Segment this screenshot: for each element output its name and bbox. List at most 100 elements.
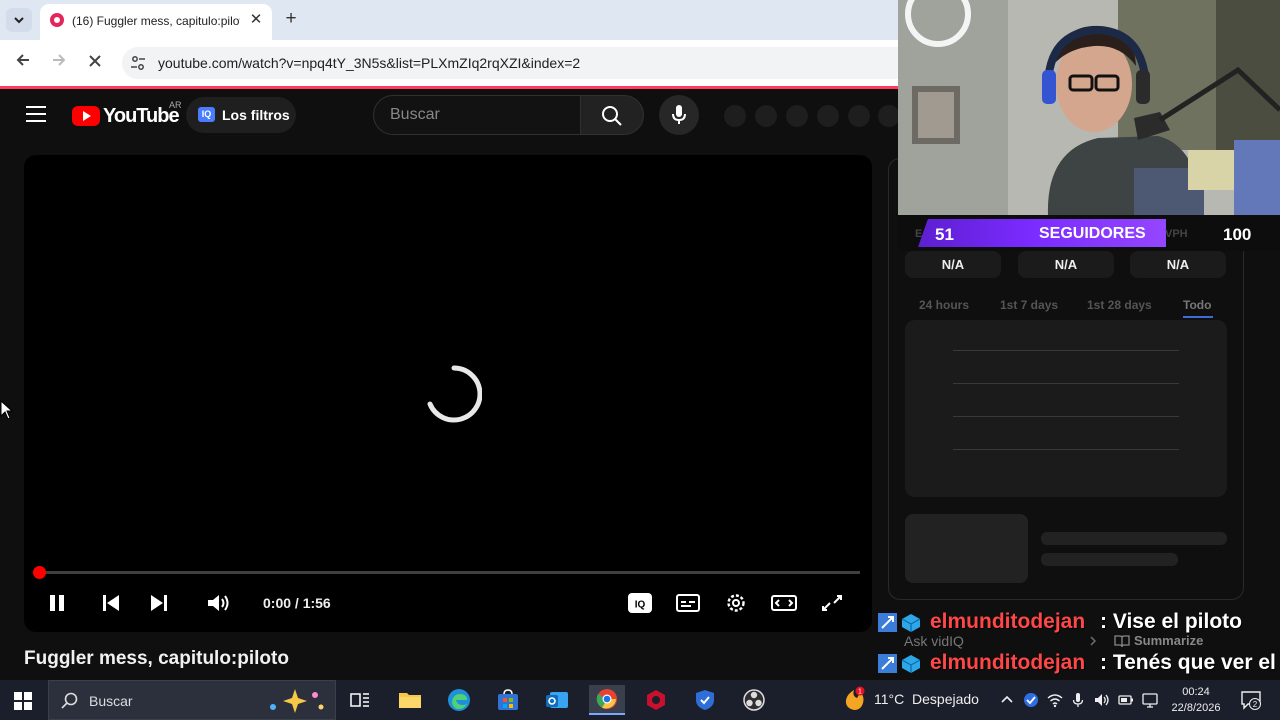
task-view-button[interactable] bbox=[342, 685, 378, 715]
chevron-right-icon[interactable] bbox=[1086, 634, 1100, 648]
fire-app-icon[interactable]: 1 bbox=[842, 686, 868, 712]
file-explorer-button[interactable] bbox=[392, 685, 428, 715]
outlook-button[interactable] bbox=[539, 685, 575, 715]
theater-mode-icon bbox=[771, 595, 797, 611]
skip-previous-icon bbox=[103, 595, 119, 611]
search-input[interactable] bbox=[390, 106, 570, 124]
url-text: youtube.com/watch?v=npq4tY_3N5s&list=PLX… bbox=[158, 55, 581, 71]
new-tab-button[interactable]: + bbox=[280, 9, 302, 31]
header-skeleton-icon bbox=[878, 105, 900, 127]
stream-stats-bar: E 51 SEGUIDORES VPH 100 bbox=[898, 215, 1280, 251]
security-tray-icon[interactable] bbox=[1023, 692, 1039, 708]
logo-text: YouTube bbox=[103, 105, 180, 127]
settings-button[interactable] bbox=[721, 591, 751, 615]
chat-text: : Tenés que ver el bbox=[1100, 651, 1276, 674]
voice-search-button[interactable] bbox=[659, 95, 699, 135]
video-player[interactable]: 0:00 / 1:56 IQ bbox=[24, 155, 872, 632]
taskbar-search[interactable]: Buscar bbox=[48, 680, 336, 720]
period-tab-all[interactable]: Todo bbox=[1183, 298, 1211, 312]
battery-icon[interactable] bbox=[1118, 692, 1134, 708]
forward-button[interactable] bbox=[46, 50, 72, 76]
previous-button[interactable] bbox=[96, 591, 126, 615]
notification-count: 2 bbox=[1253, 700, 1258, 709]
vpn-app-button[interactable] bbox=[687, 685, 723, 715]
windows-start-icon[interactable] bbox=[14, 692, 32, 710]
vph-value: 100 bbox=[1223, 225, 1252, 244]
pause-button[interactable] bbox=[42, 591, 72, 615]
text-skeleton bbox=[1041, 553, 1178, 566]
close-tab-icon[interactable]: ✕ bbox=[246, 10, 266, 30]
folder-icon bbox=[399, 693, 421, 708]
temperature: 11°C bbox=[874, 691, 905, 707]
chrome-button[interactable] bbox=[589, 685, 625, 715]
volume-button[interactable] bbox=[205, 591, 235, 615]
store-button[interactable] bbox=[490, 685, 526, 715]
forward-arrow-icon bbox=[53, 54, 66, 66]
chart-gridline bbox=[953, 449, 1179, 450]
wifi-icon[interactable] bbox=[1047, 692, 1063, 708]
book-icon bbox=[1114, 635, 1130, 648]
mouse-cursor-icon bbox=[0, 400, 14, 420]
edge-browser-icon bbox=[448, 689, 470, 711]
stop-loading-button[interactable] bbox=[82, 50, 108, 76]
follower-count: 51 bbox=[935, 225, 954, 244]
video-title: Fuggler mess, capitulo:piloto bbox=[24, 648, 289, 669]
youtube-favicon-icon bbox=[50, 13, 64, 27]
chrome-icon bbox=[596, 689, 617, 709]
address-bar[interactable]: youtube.com/watch?v=npq4tY_3N5s&list=PLX… bbox=[122, 47, 1022, 79]
fullscreen-icon bbox=[822, 595, 842, 611]
period-tab-24h[interactable]: 24 hours bbox=[919, 298, 969, 312]
taskbar-search-placeholder: Buscar bbox=[89, 693, 133, 709]
tab-title: (16) Fuggler mess, capitulo:piloto - You… bbox=[72, 14, 240, 28]
search-icon bbox=[602, 106, 622, 126]
loading-spinner-icon bbox=[427, 365, 482, 423]
clock-time: 00:24 bbox=[1182, 686, 1210, 698]
fullscreen-button[interactable] bbox=[817, 591, 847, 615]
youtube-logo[interactable]: YouTube bbox=[72, 104, 180, 128]
volume-icon[interactable] bbox=[1094, 692, 1110, 708]
back-arrow-icon bbox=[16, 54, 29, 66]
menu-icon[interactable] bbox=[26, 106, 46, 122]
vidiq-filters-button[interactable]: IQ Los filtros bbox=[186, 97, 296, 133]
notification-icon[interactable]: 2 bbox=[1240, 689, 1262, 711]
weather-widget[interactable]: 11°C Despejado bbox=[874, 691, 979, 707]
chevron-down-icon bbox=[14, 17, 24, 24]
edge-button[interactable] bbox=[441, 685, 477, 715]
webcam-overlay bbox=[898, 0, 1280, 215]
ask-vidiq-label: Ask vidIQ bbox=[904, 633, 964, 649]
header-skeleton-icon bbox=[848, 105, 870, 127]
back-button[interactable] bbox=[10, 50, 36, 76]
subtitles-button[interactable] bbox=[673, 591, 703, 615]
summarize-button[interactable]: Summarize bbox=[1134, 633, 1203, 648]
site-settings-icon[interactable] bbox=[130, 55, 146, 71]
next-button[interactable] bbox=[144, 591, 174, 615]
scrubber-handle[interactable] bbox=[33, 566, 47, 579]
microphone-icon[interactable] bbox=[1070, 692, 1086, 708]
chevron-up-icon[interactable] bbox=[999, 692, 1015, 708]
system-clock[interactable]: 00:24 22/8/2026 bbox=[1164, 684, 1228, 716]
vidiq-player-button[interactable]: IQ bbox=[625, 591, 655, 615]
country-code: AR bbox=[169, 100, 182, 110]
obs-button[interactable] bbox=[736, 685, 772, 715]
obs-icon bbox=[743, 689, 765, 711]
browser-tab-active[interactable]: (16) Fuggler mess, capitulo:piloto - You… bbox=[40, 4, 272, 40]
game-app-button[interactable] bbox=[638, 685, 674, 715]
progress-bar[interactable] bbox=[33, 566, 860, 579]
period-tab-7d[interactable]: 1st 7 days bbox=[1000, 298, 1058, 312]
chat-username: elmunditodejan bbox=[930, 651, 1086, 674]
header-skeleton-icon bbox=[786, 105, 808, 127]
clock-date: 22/8/2026 bbox=[1171, 702, 1221, 714]
sparkle-icon bbox=[270, 689, 324, 713]
chat-text: : Vise el piloto bbox=[1100, 610, 1242, 633]
tab-search-dropdown[interactable] bbox=[6, 8, 32, 32]
thumbnail-skeleton bbox=[905, 514, 1028, 583]
network-icon[interactable] bbox=[1142, 692, 1158, 708]
gear-icon bbox=[727, 594, 745, 612]
period-tab-28d[interactable]: 1st 28 days bbox=[1087, 298, 1152, 312]
followers-label: SEGUIDORES bbox=[1039, 225, 1146, 242]
filters-label: Los filtros bbox=[222, 107, 290, 123]
stat-value: N/A bbox=[1130, 251, 1226, 278]
vidiq-chart-placeholder bbox=[905, 320, 1227, 497]
search-button[interactable] bbox=[580, 95, 644, 135]
theater-mode-button[interactable] bbox=[769, 591, 799, 615]
